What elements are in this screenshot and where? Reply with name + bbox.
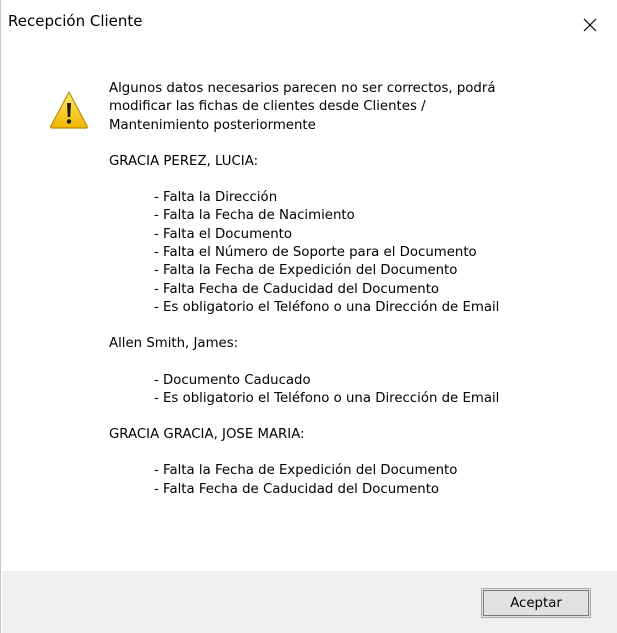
issue-item: - Falta Fecha de Caducidad del Documento [154, 281, 440, 297]
issue-item: - Falta la Fecha de Nacimiento [154, 208, 355, 224]
intro-line: Algunos datos necesarios parecen no ser … [109, 81, 496, 96]
client-name: Allen Smith, James: [109, 336, 239, 352]
issue-item: - Falta Fecha de Caducidad del Documento [154, 481, 440, 497]
client-name: GRACIA GRACIA, JOSE MARIA: [109, 427, 305, 443]
issue-list: - Falta la Fecha de Expedición del Docum… [109, 462, 589, 499]
client-name: GRACIA PEREZ, LUCIA: [109, 153, 259, 169]
issue-item: - Falta la Fecha de Expedición del Docum… [154, 463, 458, 479]
client-block: Allen Smith, James: - Documento Caducado… [109, 335, 589, 408]
issue-item: - Documento Caducado [154, 372, 311, 388]
intro-line: modificar las fichas de clientes desde C… [109, 99, 426, 115]
close-x-icon [583, 18, 597, 32]
warning-icon [48, 89, 90, 131]
window-title: Recepción Cliente [8, 12, 143, 30]
issue-item: - Es obligatorio el Teléfono o una Direc… [154, 390, 500, 406]
accept-button[interactable]: Aceptar [481, 588, 591, 618]
issue-item: - Falta la Dirección [154, 190, 278, 206]
issue-list: - Documento Caducado - Es obligatorio el… [109, 372, 589, 409]
title-bar: Recepción Cliente [1, 0, 617, 44]
intro-text: Algunos datos necesarios parecen no ser … [109, 80, 589, 135]
issue-item: - Falta el Documento [154, 226, 293, 242]
message-body: Algunos datos necesarios parecen no ser … [109, 80, 589, 499]
issue-item: - Falta la Fecha de Expedición del Docum… [154, 263, 458, 279]
client-block: GRACIA PEREZ, LUCIA: - Falta la Direcció… [109, 153, 589, 317]
issue-list: - Falta la Dirección - Falta la Fecha de… [109, 189, 589, 317]
close-button[interactable] [579, 14, 601, 36]
intro-line: Mantenimiento posteriormente [109, 117, 316, 133]
issue-item: - Falta el Número de Soporte para el Doc… [154, 245, 477, 261]
message-dialog: Recepción Cliente Algunos datos necesari… [0, 0, 617, 633]
client-block: GRACIA GRACIA, JOSE MARIA: - Falta la Fe… [109, 426, 589, 499]
issue-item: - Es obligatorio el Teléfono o una Direc… [154, 299, 500, 315]
